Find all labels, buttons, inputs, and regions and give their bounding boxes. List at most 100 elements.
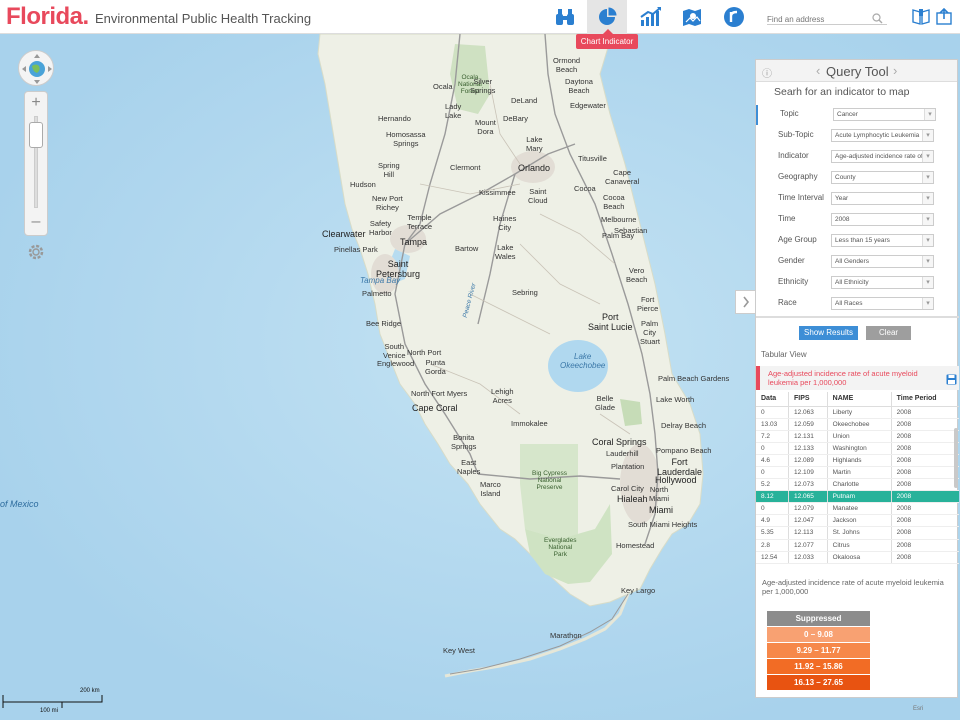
geography-row: Geography County xyxy=(756,168,959,188)
chevron-right-icon[interactable]: › xyxy=(893,63,897,78)
chevron-right-icon xyxy=(742,296,749,308)
map-label: Melbourne xyxy=(601,215,637,224)
time-interval-row: Time Interval Year xyxy=(756,189,959,209)
field-label: Gender xyxy=(778,256,805,265)
table-cell: 0 xyxy=(756,442,789,455)
table-cell: 0 xyxy=(756,502,789,516)
map-label: Bee Ridge xyxy=(366,319,402,328)
explore-button[interactable] xyxy=(545,0,585,34)
zoom-out-button[interactable]: – xyxy=(25,213,47,231)
map-label: Fort Lauderdale xyxy=(657,457,703,477)
legend-item: Suppressed xyxy=(767,611,870,626)
table-cell: Putnam xyxy=(826,490,892,504)
info-icon[interactable]: ⓘ xyxy=(762,65,772,80)
map-label: Pompano Beach xyxy=(656,446,712,455)
map-label: Titusville xyxy=(578,154,607,163)
map-label: Cape Canaveral xyxy=(605,168,640,186)
race-select[interactable]: All Races xyxy=(831,297,934,310)
ethnicity-select[interactable]: All Ethnicity xyxy=(831,276,934,289)
time-interval-select[interactable]: Year xyxy=(831,192,934,205)
clear-button[interactable]: Clear xyxy=(866,326,911,340)
map-label: Punta Gorda xyxy=(425,358,446,376)
indicator-select[interactable]: Age-adjusted incidence rate of acute mye… xyxy=(831,150,934,163)
table-row[interactable]: 13.03 12.059 Okeechobee 2008 xyxy=(756,418,959,431)
reports-button[interactable] xyxy=(714,0,754,34)
table-cell: 2008 xyxy=(890,466,959,480)
trend-button[interactable] xyxy=(631,0,671,34)
indicator-title: Age-adjusted incidence rate of acute mye… xyxy=(768,369,918,387)
everglades-label: Everglades National Park xyxy=(544,537,577,558)
map-label: Stuart xyxy=(640,337,661,346)
map-label: Cocoa xyxy=(574,184,596,193)
address-search[interactable] xyxy=(767,9,887,27)
table-row[interactable]: 12.54 12.033 Okaloosa 2008 xyxy=(756,551,959,564)
geography-select[interactable]: County xyxy=(831,171,934,184)
map-label: Ocala xyxy=(433,82,453,91)
table-cell: St. Johns xyxy=(826,526,892,540)
big-cypress-area xyxy=(520,444,578,539)
table-cell: 12.063 xyxy=(788,406,828,419)
search-icon[interactable] xyxy=(872,11,883,29)
gender-row: Gender All Genders xyxy=(756,252,959,272)
map-label: Pinellas Park xyxy=(334,245,378,254)
table-row[interactable]: 5.35 12.113 St. Johns 2008 xyxy=(756,526,959,540)
column-header[interactable]: NAME xyxy=(826,392,892,407)
column-header[interactable]: Time Period xyxy=(890,392,959,407)
map-label: Lake Worth xyxy=(656,395,695,404)
panel-title: Query Tool xyxy=(826,64,889,79)
column-header[interactable]: Data xyxy=(756,392,789,407)
table-row-selected[interactable]: 8.12 12.065 Putnam 2008 xyxy=(756,490,959,504)
chevron-left-icon[interactable]: ‹ xyxy=(816,63,820,78)
table-scrollbar[interactable] xyxy=(954,428,958,488)
pan-control[interactable] xyxy=(18,50,54,86)
table-row[interactable]: 0 12.109 Martin 2008 xyxy=(756,466,959,480)
book-icon[interactable] xyxy=(912,8,930,30)
table-row[interactable]: 0 12.079 Manatee 2008 xyxy=(756,502,959,516)
table-cell: 12.033 xyxy=(788,551,828,564)
topic-select[interactable]: Cancer xyxy=(833,108,936,121)
map-label: DeBary xyxy=(503,114,529,123)
zoom-in-button[interactable]: + xyxy=(25,94,47,112)
map-attribution: Esri xyxy=(913,706,924,712)
table-row[interactable]: 4.6 12.089 Highlands 2008 xyxy=(756,454,959,467)
indicator-row: Indicator Age-adjusted incidence rate of… xyxy=(756,147,959,167)
table-row[interactable]: 5.2 12.073 Charlotte 2008 xyxy=(756,478,959,492)
map-label: Hudson xyxy=(350,180,376,189)
gear-icon[interactable] xyxy=(26,242,46,267)
table-cell: 8.12 xyxy=(756,490,789,504)
subtopic-select[interactable]: Acute Lymphocytic Leukemia xyxy=(831,129,934,142)
table-cell: 2008 xyxy=(890,526,959,540)
field-label: Ethnicity xyxy=(778,277,809,286)
map-label: Palm City xyxy=(641,319,659,337)
map-label: Englewood xyxy=(377,359,415,368)
map-label: Vero Beach xyxy=(626,266,648,284)
table-cell: 2008 xyxy=(890,514,959,528)
table-cell: 2008 xyxy=(890,454,959,467)
zoom-slider-handle[interactable] xyxy=(29,122,43,148)
map-label: Key West xyxy=(443,646,475,655)
time-select[interactable]: 2008 xyxy=(831,213,934,226)
save-icon[interactable] xyxy=(946,372,957,390)
field-label: Sub-Topic xyxy=(778,130,814,139)
show-results-button[interactable]: Show Results xyxy=(799,326,858,340)
map-label: Haines City xyxy=(493,214,517,232)
map-label: Homosassa Springs xyxy=(386,130,426,148)
table-row[interactable]: 0 12.133 Washington 2008 xyxy=(756,442,959,455)
search-input[interactable] xyxy=(767,12,867,27)
table-row[interactable]: 7.2 12.131 Union 2008 xyxy=(756,430,959,443)
age-group-select[interactable]: Less than 15 years xyxy=(831,234,934,247)
map-button[interactable] xyxy=(672,0,712,34)
column-header[interactable]: FIPS xyxy=(788,392,828,407)
indicator-banner: Age-adjusted incidence rate of acute mye… xyxy=(756,366,959,390)
brand-logo[interactable]: Florida. xyxy=(6,3,89,31)
collapse-panel-button[interactable] xyxy=(735,290,755,314)
share-icon[interactable] xyxy=(936,7,954,30)
table-row[interactable]: 0 12.063 Liberty 2008 xyxy=(756,406,959,419)
table-cell: 2008 xyxy=(890,442,959,455)
table-cell: 12.133 xyxy=(788,442,828,455)
map-label: Bonita Springs xyxy=(451,433,477,451)
gender-select[interactable]: All Genders xyxy=(831,255,934,268)
table-row[interactable]: 4.9 12.047 Jackson 2008 xyxy=(756,514,959,528)
ethnicity-row: Ethnicity All Ethnicity xyxy=(756,273,959,293)
table-row[interactable]: 2.8 12.077 Citrus 2008 xyxy=(756,539,959,552)
